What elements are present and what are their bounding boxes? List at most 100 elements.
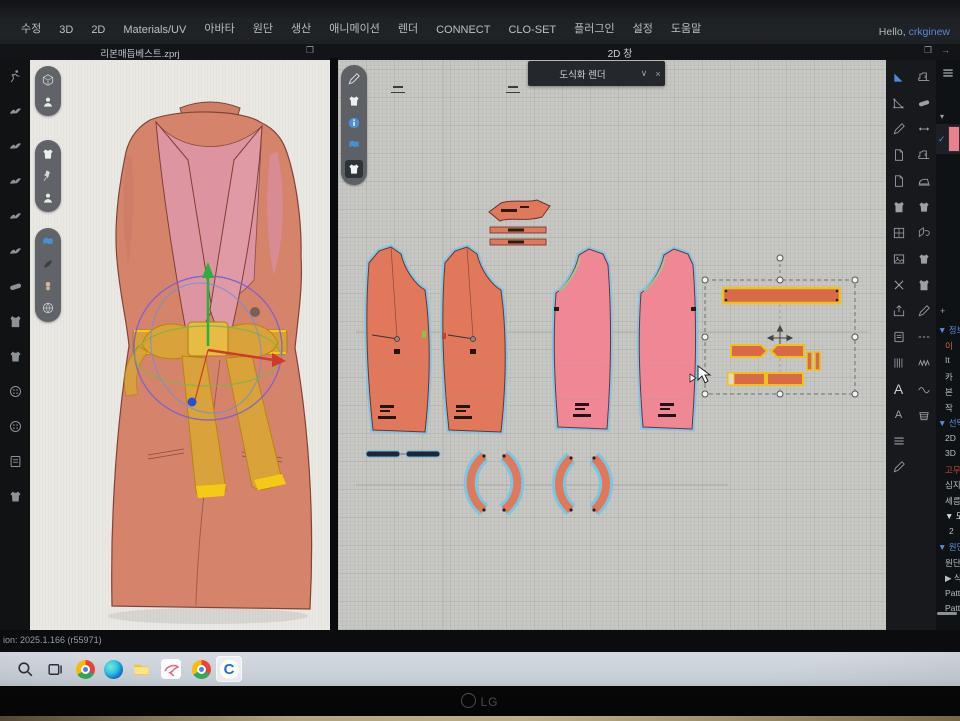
garment-3d-dress[interactable] xyxy=(30,60,330,630)
shirt-icon[interactable] xyxy=(912,194,935,219)
avatar-pose-icon[interactable] xyxy=(5,68,25,84)
fabric-roll-icon[interactable] xyxy=(912,90,935,115)
pattern-piece-strip[interactable] xyxy=(490,227,546,245)
letter-a-small-icon[interactable]: A xyxy=(887,402,910,427)
menu-item-edit[interactable]: 수정 xyxy=(12,18,50,38)
needle-line-icon[interactable] xyxy=(912,298,935,323)
tree-item[interactable]: 작 xyxy=(936,402,960,418)
file-explorer-icon[interactable] xyxy=(128,656,154,682)
pen-icon[interactable] xyxy=(887,116,910,141)
hatch-lines-icon[interactable] xyxy=(887,428,910,453)
object-row[interactable]: ✓ xyxy=(936,124,960,154)
basket-icon[interactable] xyxy=(912,402,935,427)
menu-item-plugin[interactable]: 플러그인 xyxy=(565,18,623,38)
paint-app-icon[interactable] xyxy=(158,656,184,682)
tree-item[interactable]: 2 xyxy=(936,526,960,542)
tree-item[interactable]: ▶ 식서 xyxy=(936,572,960,588)
fabric-color-swatch[interactable] xyxy=(948,126,960,152)
menu-item-help[interactable]: 도움말 xyxy=(662,18,710,38)
fold-arrow-icon[interactable] xyxy=(912,220,935,245)
note-icon[interactable] xyxy=(887,324,910,349)
pattern-piece-tabs[interactable] xyxy=(366,451,440,457)
pose-icon[interactable] xyxy=(5,103,25,119)
button-icon[interactable] xyxy=(5,383,25,399)
menu-item-render[interactable]: 렌더 xyxy=(389,18,427,38)
menu-item-animation[interactable]: 애니메이션 xyxy=(320,18,389,38)
ruler-lines-icon[interactable] xyxy=(887,350,910,375)
menu-item-settings[interactable]: 설정 xyxy=(624,18,662,38)
page-icon[interactable] xyxy=(887,142,910,167)
pose-icon[interactable] xyxy=(5,138,25,154)
pose-icon[interactable] xyxy=(5,173,25,189)
pattern-piece-belt-mid[interactable] xyxy=(731,345,820,370)
shirt-icon[interactable] xyxy=(5,348,25,364)
window-2d[interactable]: 도식화 렌더 ∨ × xyxy=(338,60,886,630)
pattern-piece-front-1[interactable] xyxy=(367,247,429,432)
dashed-line-icon[interactable] xyxy=(912,324,935,349)
pose-icon[interactable] xyxy=(5,208,25,224)
tree-item[interactable]: 카 xyxy=(936,371,960,387)
chrome-icon[interactable] xyxy=(188,656,214,682)
username-link[interactable]: crkginew xyxy=(909,26,950,38)
arrow-icon[interactable]: → xyxy=(941,45,950,55)
tree-item[interactable]: Patte xyxy=(936,588,960,604)
pattern-piece-front-2[interactable] xyxy=(442,247,505,432)
iron-icon[interactable] xyxy=(912,168,935,193)
edge-icon[interactable] xyxy=(100,656,126,682)
chrome-icon[interactable] xyxy=(72,656,98,682)
pattern-piece-belt-long[interactable] xyxy=(723,288,840,303)
page-icon[interactable] xyxy=(887,168,910,193)
wave-icon[interactable] xyxy=(912,376,935,401)
sewing-machine-icon[interactable] xyxy=(912,64,935,89)
tree-section-selection[interactable]: ▼ 선택 선 xyxy=(936,417,960,433)
brush-icon[interactable] xyxy=(887,454,910,479)
tree-item[interactable]: 본 xyxy=(936,386,960,402)
pattern-piece-belt-bottom[interactable] xyxy=(728,373,803,385)
tree-section-fabric[interactable]: ▼ 원단 xyxy=(936,541,960,557)
tree-item[interactable]: It xyxy=(936,355,960,371)
tree-section-info[interactable]: ▼ 정보 xyxy=(936,324,960,340)
pattern-piece-collar[interactable] xyxy=(489,200,550,221)
button-icon[interactable] xyxy=(5,418,25,434)
tree-item[interactable]: 이 xyxy=(936,340,960,356)
menu-item-materials-uv[interactable]: Materials/UV xyxy=(114,22,195,38)
image-icon[interactable] xyxy=(887,246,910,271)
menu-item-fabric[interactable]: 원단 xyxy=(244,18,282,38)
tree-item[interactable]: 2D xyxy=(936,433,960,449)
sweater-icon[interactable] xyxy=(912,272,935,297)
tree-item[interactable]: Patte xyxy=(936,603,960,619)
restore-icon[interactable]: ❐ xyxy=(924,45,932,56)
tree-item[interactable]: 세름 xyxy=(936,495,960,511)
tree-section-schematic[interactable]: ▼ 도식 xyxy=(936,510,960,526)
shirt-icon[interactable] xyxy=(912,246,935,271)
grid-icon[interactable] xyxy=(887,220,910,245)
fabric-roll-icon[interactable] xyxy=(5,278,25,294)
pattern-piece-back-2[interactable] xyxy=(639,249,696,429)
hamburger-icon[interactable] xyxy=(941,66,955,80)
viewport-3d[interactable] xyxy=(30,60,330,630)
clo-app-icon[interactable]: C xyxy=(216,656,242,682)
gizmo-z-handle[interactable] xyxy=(188,398,197,407)
plus-icon[interactable]: + xyxy=(940,306,945,316)
garment-dark-icon[interactable] xyxy=(5,488,25,504)
triangle-outline-icon[interactable] xyxy=(887,90,910,115)
tree-item[interactable]: 원단 xyxy=(936,557,960,573)
menu-item-closet[interactable]: CLO-SET xyxy=(499,22,565,38)
file-tab[interactable]: 리본매듭베스트.zprj xyxy=(70,46,210,60)
pattern-piece-facings[interactable] xyxy=(471,454,606,511)
pattern-piece-back-1[interactable] xyxy=(554,249,611,429)
tree-item[interactable]: 심지 xyxy=(936,479,960,495)
task-view-icon[interactable] xyxy=(42,656,68,682)
menu-item-3d[interactable]: 3D xyxy=(50,22,82,38)
vest-icon[interactable] xyxy=(887,194,910,219)
scissors-x-icon[interactable] xyxy=(887,272,910,297)
menu-item-production[interactable]: 생산 xyxy=(282,18,320,38)
sewing-machine-icon[interactable] xyxy=(912,142,935,167)
export-box-icon[interactable] xyxy=(887,298,910,323)
menu-item-connect[interactable]: CONNECT xyxy=(427,22,499,38)
menu-item-2d[interactable]: 2D xyxy=(82,22,114,38)
notes-icon[interactable] xyxy=(5,453,25,469)
float-window-icon[interactable]: ❐ xyxy=(306,45,314,56)
triangle-icon[interactable] xyxy=(887,64,910,89)
garment-icon[interactable] xyxy=(5,313,25,329)
